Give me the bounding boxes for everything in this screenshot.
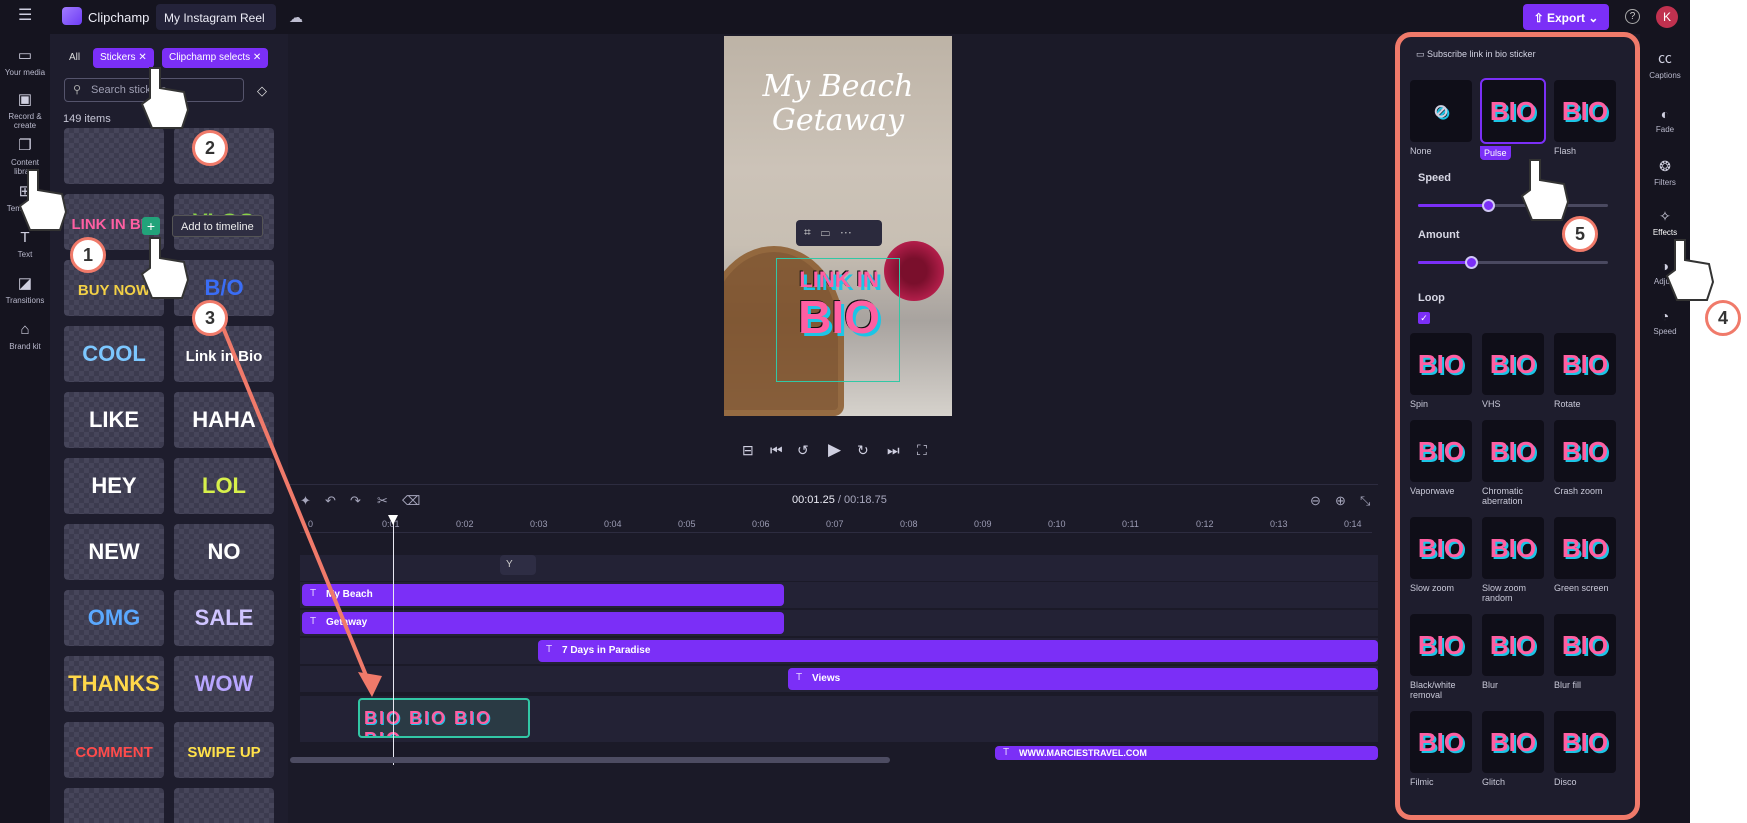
step-badge-1: 1 [70, 237, 106, 273]
annotation-overlay [18, 67, 1715, 697]
step-badge-3: 3 [192, 300, 228, 336]
pointer-hand-icon [18, 67, 1715, 301]
drag-arrow-head [358, 672, 382, 697]
step-badge-2: 2 [192, 130, 228, 166]
step-badge-4: 4 [1705, 300, 1741, 336]
drag-arrow-line [220, 324, 374, 691]
step-badge-5: 5 [1562, 216, 1598, 252]
